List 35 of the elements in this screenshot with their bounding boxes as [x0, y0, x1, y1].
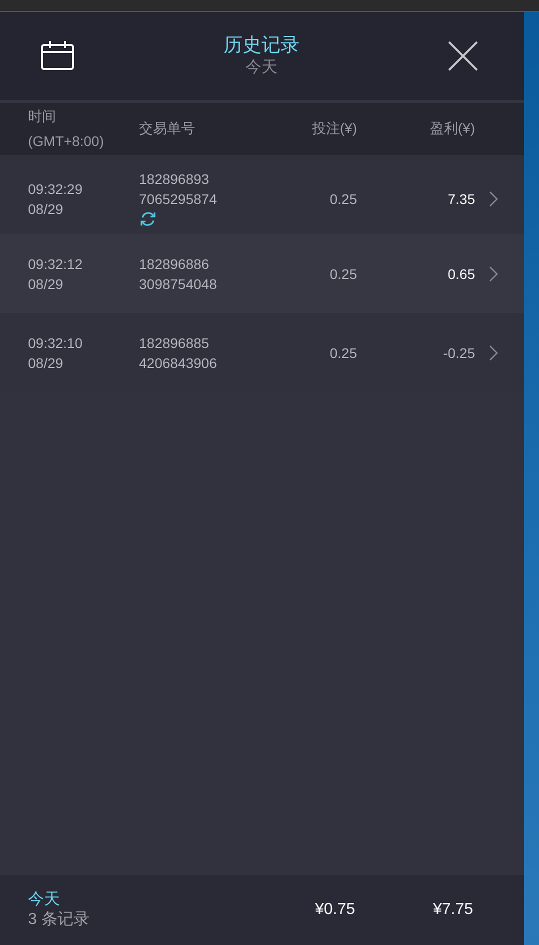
timezone-label: (GMT+8:00) [28, 132, 105, 151]
order-number: 182896893 [139, 170, 210, 189]
profit-total: ¥7.75 [432, 901, 473, 919]
trade-time: 09:32:29 [28, 180, 84, 198]
order-number: 7065295874 [139, 190, 218, 209]
column-header: 时间 [28, 107, 57, 126]
chevron-right-icon[interactable] [489, 190, 498, 206]
order-number: 3098754048 [139, 274, 218, 294]
table-row[interactable]: 09:32:12 08/29 182896886 3098754048 0.25 0.65 [0, 234, 524, 313]
trade-time: 09:32:12 [28, 254, 84, 274]
trade-date: 08/29 [28, 354, 64, 372]
stake-total: ¥0.75 [314, 901, 355, 919]
order-number: 182896885 [139, 334, 210, 352]
panel-title: 历史记录 [222, 34, 300, 58]
profit-amount: 7.35 [446, 190, 475, 206]
trade-time: 09:32:10 [28, 334, 84, 352]
close-icon[interactable] [448, 41, 478, 71]
stake-amount: 0.25 [328, 266, 357, 282]
order-number: 4206843906 [139, 354, 218, 372]
period-label: 今天 [28, 890, 61, 910]
stake-amount: 0.25 [328, 190, 357, 206]
trade-date: 08/29 [28, 200, 64, 218]
column-header: 交易单号 [139, 120, 196, 138]
record-count: 3 条记录 [28, 910, 90, 930]
calendar-icon[interactable] [41, 41, 75, 71]
chevron-right-icon[interactable] [489, 344, 498, 360]
order-number: 182896886 [139, 254, 210, 274]
profit-amount: 0.65 [446, 266, 475, 282]
column-header: 投注(¥) [310, 120, 357, 138]
trade-date: 08/29 [28, 274, 64, 294]
stake-amount: 0.25 [328, 344, 357, 360]
chevron-right-icon[interactable] [489, 266, 498, 282]
column-header: 盈利(¥) [428, 120, 475, 138]
panel-subtitle: 今天 [244, 58, 278, 78]
profit-amount: -0.25 [442, 344, 475, 360]
